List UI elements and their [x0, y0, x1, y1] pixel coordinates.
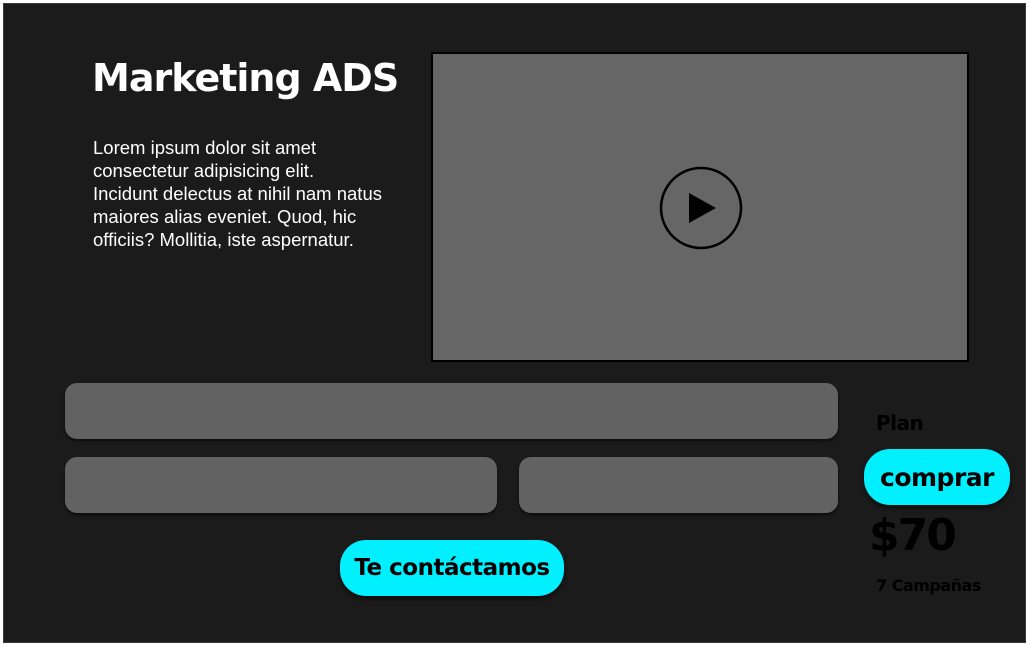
buy-button[interactable]: comprar [864, 449, 1010, 505]
play-icon[interactable] [659, 166, 743, 250]
page-title: Marketing ADS [92, 56, 399, 100]
contact-button[interactable]: Te contáctamos [340, 540, 564, 596]
contact-field-3[interactable] [519, 457, 838, 513]
plan-campaigns: 7 Campañas [876, 576, 981, 595]
contact-field-1[interactable] [65, 383, 838, 439]
page-frame: Marketing ADS Lorem ipsum dolor sit amet… [3, 3, 1026, 643]
plan-label: Plan [876, 411, 924, 435]
hero-description: Lorem ipsum dolor sit amet consectetur a… [93, 137, 382, 250]
contact-field-2[interactable] [65, 457, 497, 513]
plan-price: $70 [869, 510, 957, 561]
video-player[interactable] [431, 52, 969, 362]
